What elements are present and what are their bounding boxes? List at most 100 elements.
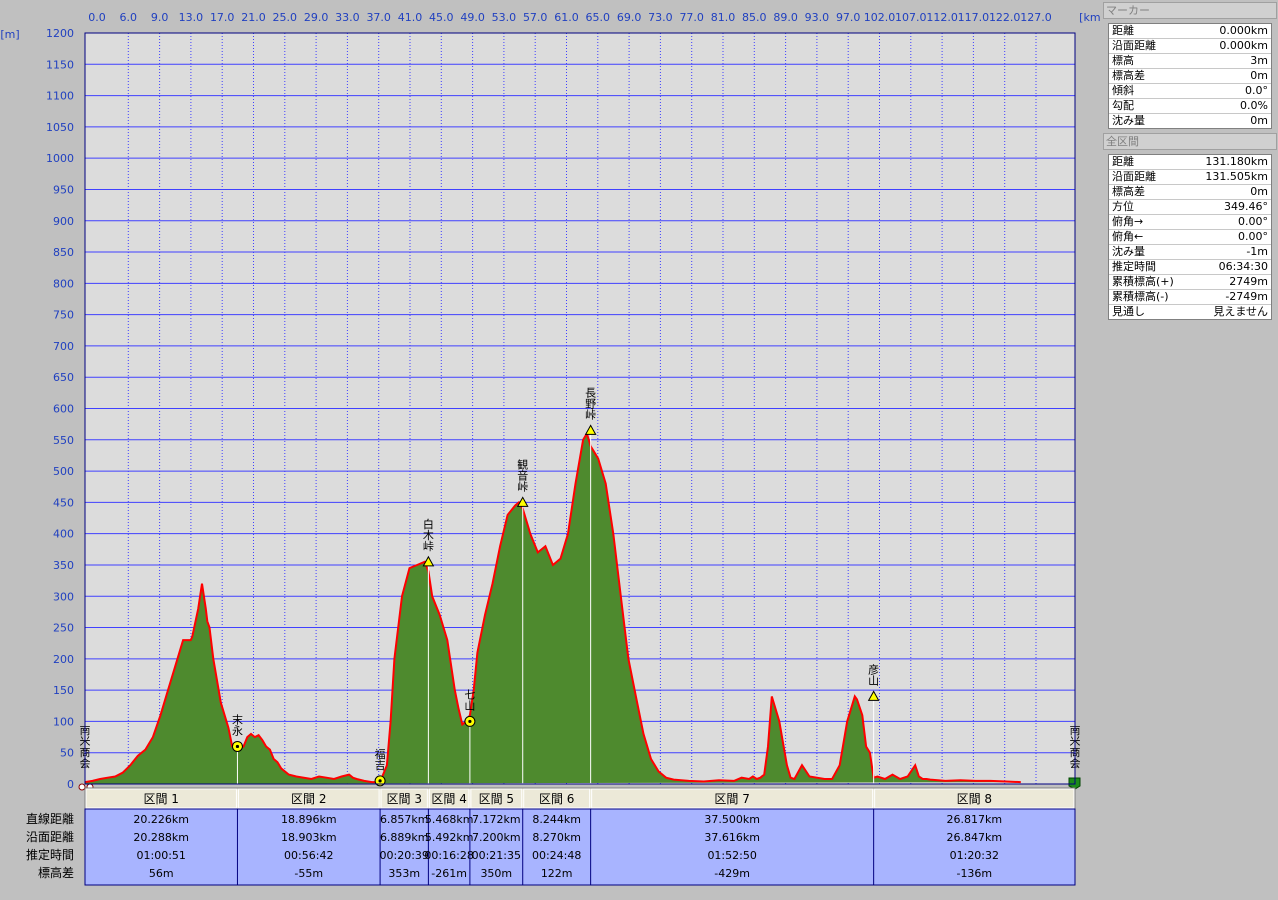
all-section-panel-label: 標高差 — [1112, 185, 1145, 198]
section-value: 6.857km — [380, 813, 429, 826]
section-value: 00:16:28 — [424, 849, 473, 862]
x-tick-label: 45.0 — [429, 11, 454, 24]
section-value: 26.847km — [947, 831, 1003, 844]
x-tick-label: 65.0 — [586, 11, 611, 24]
all-section-panel-label: 俯角→ — [1112, 215, 1144, 228]
y-tick-label: 1100 — [46, 90, 74, 103]
all-section-panel-label: 見通し — [1112, 305, 1145, 318]
start-marker-icon — [78, 783, 86, 791]
section-value: 56m — [149, 867, 174, 880]
y-tick-label: 450 — [53, 496, 74, 509]
all-section-panel-row: 俯角→ 0.00° — [1109, 215, 1271, 230]
section-value: 8.270km — [532, 831, 581, 844]
waypoint-label: 末永 — [232, 712, 243, 737]
section-header-label: 区間 8 — [957, 792, 992, 806]
x-tick-label: 53.0 — [492, 11, 517, 24]
x-tick-label: 97.0 — [836, 11, 861, 24]
all-section-panel-value: 0.00° — [1238, 230, 1268, 243]
x-tick-label: 102.0 — [864, 11, 896, 24]
y-tick-label: 1200 — [46, 27, 74, 40]
all-section-panel-row: 俯角← 0.00° — [1109, 230, 1271, 245]
all-section-panel-row: 沈み量 -1m — [1109, 245, 1271, 260]
marker-panel-row: 勾配 0.0% — [1109, 99, 1271, 114]
x-tick-label: 112.0 — [926, 11, 958, 24]
y-tick-label: 200 — [53, 653, 74, 666]
section-value: 20.226km — [133, 813, 189, 826]
section-header-label: 区間 4 — [431, 792, 466, 806]
x-tick-label: 9.0 — [151, 11, 169, 24]
y-tick-label: 1000 — [46, 152, 74, 165]
all-section-panel-row: 見通し 見えません — [1109, 305, 1271, 319]
x-tick-label: 37.0 — [366, 11, 391, 24]
y-tick-label: 50 — [60, 747, 74, 760]
x-tick-label: 93.0 — [805, 11, 830, 24]
waypoint-label: 観音峠 — [517, 457, 528, 493]
all-section-panel-value: 見えません — [1213, 305, 1268, 318]
y-tick-label: 850 — [53, 246, 74, 259]
section-value: 37.616km — [704, 831, 760, 844]
all-section-panel-value: 0.00° — [1238, 215, 1268, 228]
x-tick-label: 122.0 — [989, 11, 1021, 24]
all-section-panel-label: 累積標高(-) — [1112, 290, 1169, 303]
all-section-panel-label: 距離 — [1112, 155, 1134, 168]
x-tick-label: 61.0 — [554, 11, 579, 24]
x-tick-label: 57.0 — [523, 11, 548, 24]
all-section-panel-title: 全区間 — [1103, 133, 1277, 150]
marker-panel-row: 距離 0.000km — [1109, 24, 1271, 39]
section-value: 37.500km — [704, 813, 760, 826]
x-tick-label: 107.0 — [895, 11, 927, 24]
all-section-panel-row: 累積標高(+) 2749m — [1109, 275, 1271, 290]
all-section-panel-value: 06:34:30 — [1218, 260, 1268, 273]
marker-panel: 距離 0.000km 沿面距離 0.000km 標高 3m 標高差 0m 傾斜 0.0° 勾配 0.0… — [1108, 23, 1272, 129]
all-section-panel-value: -1m — [1246, 245, 1268, 258]
y-tick-label: 150 — [53, 684, 74, 697]
section-row-label: 推定時間 — [26, 847, 74, 862]
waypoint-label: 白木峠 — [423, 517, 434, 553]
all-section-panel-value: 131.180km — [1205, 155, 1268, 168]
y-tick-label: 600 — [53, 403, 74, 416]
y-tick-label: 1050 — [46, 121, 74, 134]
y-tick-label: 800 — [53, 277, 74, 290]
marker-panel-label: 距離 — [1112, 24, 1134, 37]
all-section-panel-row: 累積標高(-) -2749m — [1109, 290, 1271, 305]
marker-panel-value: 0.000km — [1219, 39, 1268, 52]
y-tick-label: 1150 — [46, 58, 74, 71]
y-tick-label: 250 — [53, 622, 74, 635]
waypoint-label: 福吉 — [375, 747, 386, 772]
all-section-panel-row: 方位 349.46° — [1109, 200, 1271, 215]
marker-panel-row: 標高 3m — [1109, 54, 1271, 69]
y-tick-label: 350 — [53, 559, 74, 572]
section-value: 00:24:48 — [532, 849, 581, 862]
section-header-label: 区間 6 — [539, 792, 574, 806]
y-tick-label: 0 — [67, 778, 74, 791]
marker-panel-row: 沈み量 0m — [1109, 114, 1271, 128]
y-tick-label: 500 — [53, 465, 74, 478]
section-row-label: 直線距離 — [26, 811, 74, 826]
section-value: -55m — [294, 867, 323, 880]
x-tick-label: 127.0 — [1020, 11, 1052, 24]
all-section-panel-label: 沈み量 — [1112, 245, 1145, 258]
x-tick-label: 117.0 — [958, 11, 990, 24]
x-tick-label: 6.0 — [120, 11, 138, 24]
waypoint-label: 彦山 — [868, 662, 879, 687]
x-tick-label: 89.0 — [773, 11, 798, 24]
y-tick-label: 650 — [53, 371, 74, 384]
section-value: 00:56:42 — [284, 849, 333, 862]
section-header-label: 区間 2 — [291, 792, 326, 806]
y-tick-label: 950 — [53, 183, 74, 196]
marker-panel-row: 傾斜 0.0° — [1109, 84, 1271, 99]
section-value: 18.903km — [281, 831, 337, 844]
section-row-label: 標高差 — [38, 865, 74, 880]
marker-panel-value: 0m — [1250, 69, 1268, 82]
marker-panel-value: 3m — [1250, 54, 1268, 67]
section-value: 122m — [541, 867, 573, 880]
all-section-panel-value: 349.46° — [1224, 200, 1268, 213]
waypoint-marker — [468, 719, 472, 724]
section-header-label: 区間 7 — [714, 792, 749, 806]
y-tick-label: 750 — [53, 309, 74, 322]
x-tick-label: 13.0 — [179, 11, 204, 24]
all-section-panel-label: 俯角← — [1112, 230, 1144, 243]
section-value: 20.288km — [133, 831, 189, 844]
all-section-panel-label: 方位 — [1112, 200, 1134, 213]
elevation-profile-chart[interactable]: 0 50 100 150 200 250 300 350 400 450 500 550 600 650 7… — [0, 0, 1100, 900]
